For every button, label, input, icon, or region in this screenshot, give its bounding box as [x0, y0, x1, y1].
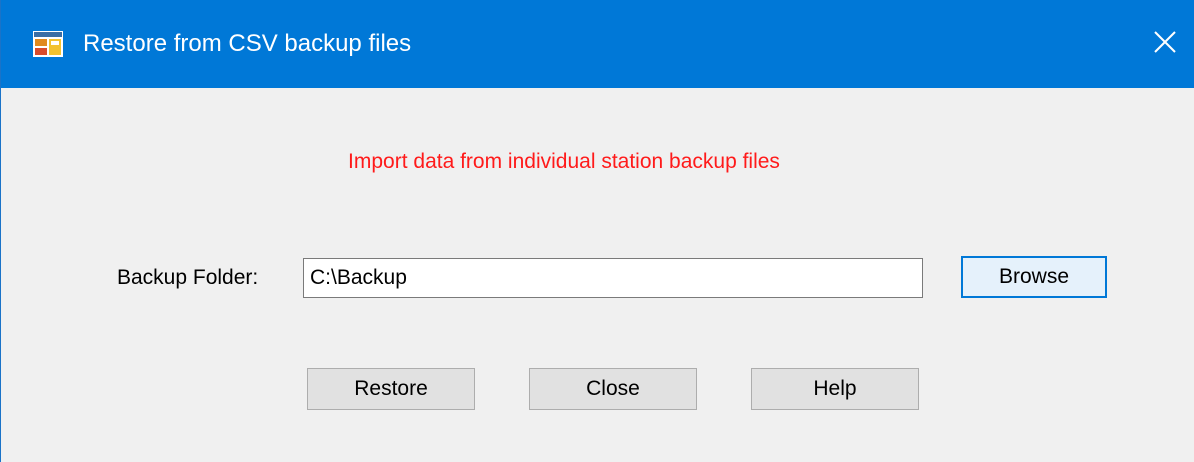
dialog-body: Import data from individual station back… — [1, 88, 1194, 462]
backup-folder-label: Backup Folder: — [117, 266, 259, 289]
close-button[interactable]: Close — [529, 368, 697, 410]
window-title: Restore from CSV backup files — [83, 30, 412, 57]
help-button[interactable]: Help — [751, 368, 919, 410]
app-window-icon — [33, 31, 63, 57]
restore-button[interactable]: Restore — [307, 368, 475, 410]
backup-folder-input[interactable] — [303, 258, 923, 298]
window-close-button[interactable] — [1135, 0, 1194, 88]
instruction-text: Import data from individual station back… — [348, 150, 780, 173]
close-icon — [1153, 30, 1177, 59]
browse-button[interactable]: Browse — [961, 256, 1107, 298]
restore-dialog: Restore from CSV backup files Import dat… — [0, 0, 1194, 462]
title-bar[interactable]: Restore from CSV backup files — [1, 0, 1194, 88]
